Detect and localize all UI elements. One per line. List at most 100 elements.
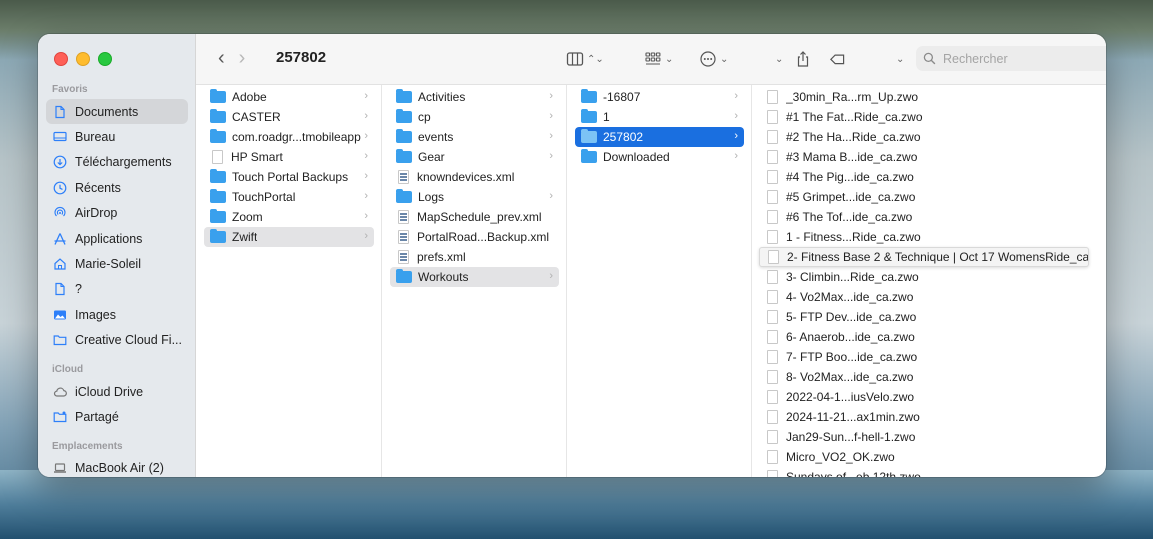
- chevron-right-icon: ›: [549, 190, 553, 202]
- item-name: events: [418, 130, 454, 144]
- share-button[interactable]: [794, 48, 812, 70]
- forward-button[interactable]: ›: [239, 47, 246, 69]
- download-icon: [52, 155, 68, 169]
- updown-chevron-icon: ⌃⌄: [587, 53, 604, 65]
- file-row[interactable]: prefs.xml: [390, 247, 559, 267]
- sidebar-item-label: iCloud Drive: [75, 384, 144, 399]
- file-row[interactable]: #1 The Fat...Ride_ca.zwo: [759, 107, 1099, 127]
- folder-row[interactable]: 1 ›: [575, 107, 744, 127]
- sidebar-item[interactable]: Images: [46, 302, 188, 327]
- minimize-window-button[interactable]: [76, 52, 90, 66]
- toolbar: ‹ › 257802 ⌃⌄ ⌄ ⌄ ⌄ ⌄: [196, 34, 1106, 85]
- file-row[interactable]: Micro_VO2_OK.zwo: [759, 447, 1099, 467]
- sidebar-item[interactable]: Récents: [46, 175, 188, 200]
- file-row[interactable]: Sundays of...eb 12th.zwo: [759, 467, 1099, 477]
- file-row[interactable]: 5- FTP Dev...ide_ca.zwo: [759, 307, 1099, 327]
- folder-row[interactable]: Downloaded ›: [575, 147, 744, 167]
- chevron-right-icon: ›: [549, 90, 553, 102]
- folder-row[interactable]: Logs ›: [390, 187, 559, 207]
- folder-row[interactable]: Activities ›: [390, 87, 559, 107]
- close-window-button[interactable]: [54, 52, 68, 66]
- file-row[interactable]: 2024-11-21...ax1min.zwo: [759, 407, 1099, 427]
- folder-row[interactable]: events ›: [390, 127, 559, 147]
- file-row[interactable]: #5 Grimpet...ide_ca.zwo: [759, 187, 1099, 207]
- folder-icon: [52, 333, 68, 347]
- chevron-right-icon: ›: [734, 110, 738, 122]
- file-row[interactable]: 7- FTP Boo...ide_ca.zwo: [759, 347, 1099, 367]
- sidebar-item[interactable]: iCloud Drive: [46, 379, 188, 404]
- column-4: _30min_Ra...rm_Up.zwo #1 The Fat...Ride_c…: [752, 85, 1106, 477]
- file-icon: [767, 330, 778, 344]
- item-name: #3 Mama B...ide_ca.zwo: [786, 150, 918, 164]
- group-button[interactable]: ⌄: [644, 48, 673, 70]
- folder-row[interactable]: -16807 ›: [575, 87, 744, 107]
- search-field[interactable]: [916, 46, 1106, 71]
- sidebar-item[interactable]: ?: [46, 277, 188, 302]
- folder-row[interactable]: cp ›: [390, 107, 559, 127]
- sidebar-item[interactable]: Creative Cloud Fi...: [46, 328, 188, 353]
- sidebar-item[interactable]: Bureau: [46, 124, 188, 149]
- folder-row[interactable]: Touch Portal Backups ›: [204, 167, 374, 187]
- sidebar-item[interactable]: Documents: [46, 99, 188, 125]
- file-row[interactable]: MapSchedule_prev.xml: [390, 207, 559, 227]
- sidebar-item-label: Partagé: [75, 409, 119, 424]
- laptop-icon: [52, 461, 68, 475]
- file-icon: [768, 250, 779, 264]
- file-row[interactable]: #2 The Ha...Ride_ca.zwo: [759, 127, 1099, 147]
- folder-row[interactable]: Gear ›: [390, 147, 559, 167]
- folder-icon: [210, 229, 226, 243]
- folder-icon: [396, 189, 412, 203]
- sidebar-section-title: iCloud: [52, 363, 84, 375]
- file-row[interactable]: #4 The Pig...ide_ca.zwo: [759, 167, 1099, 187]
- sidebar-item[interactable]: Téléchargements: [46, 150, 188, 175]
- window-title: 257802: [276, 49, 327, 66]
- file-row[interactable]: #6 The Tof...ide_ca.zwo: [759, 207, 1099, 227]
- tag-button[interactable]: [830, 48, 848, 70]
- back-button[interactable]: ‹: [218, 47, 225, 69]
- file-row[interactable]: #3 Mama B...ide_ca.zwo: [759, 147, 1099, 167]
- file-icon: [767, 270, 778, 284]
- file-row[interactable]: 8- Vo2Max...ide_ca.zwo: [759, 367, 1099, 387]
- file-row[interactable]: 6- Anaerob...ide_ca.zwo: [759, 327, 1099, 347]
- folder-row[interactable]: Zwift ›: [204, 227, 374, 247]
- folder-row[interactable]: Zoom ›: [204, 207, 374, 227]
- file-row[interactable]: HP Smart ›: [204, 147, 374, 167]
- item-name: Workouts: [418, 270, 469, 284]
- more-toolbar-button[interactable]: ⌄: [772, 48, 783, 70]
- window-controls: [54, 52, 112, 66]
- folder-row[interactable]: CASTER ›: [204, 107, 374, 127]
- sidebar-item[interactable]: Partagé: [46, 404, 188, 429]
- folder-row[interactable]: Workouts ›: [390, 267, 559, 287]
- file-row[interactable]: 1 - Fitness...Ride_ca.zwo: [759, 227, 1099, 247]
- item-name: #6 The Tof...ide_ca.zwo: [786, 210, 913, 224]
- folder-icon: [210, 109, 226, 123]
- xml-file-icon: [398, 250, 409, 264]
- sidebar-item[interactable]: MacBook Air (2): [46, 456, 188, 477]
- file-row[interactable]: 2- Fitness Base 2 & Technique | Oct 17 W…: [759, 247, 1089, 267]
- sidebar-item-label: Applications: [75, 231, 143, 246]
- search-input[interactable]: [941, 50, 1106, 67]
- folder-row[interactable]: Adobe ›: [204, 87, 374, 107]
- sidebar-item[interactable]: Marie-Soleil: [46, 251, 188, 276]
- file-row[interactable]: knowndevices.xml: [390, 167, 559, 187]
- file-row[interactable]: PortalRoad...Backup.xml: [390, 227, 559, 247]
- sidebar-item-label: Creative Cloud Fi...: [75, 333, 182, 348]
- file-row[interactable]: 4- Vo2Max...ide_ca.zwo: [759, 287, 1099, 307]
- file-row[interactable]: 3- Climbin...Ride_ca.zwo: [759, 267, 1099, 287]
- search-scope-button[interactable]: ⌄: [893, 48, 904, 70]
- zoom-window-button[interactable]: [98, 52, 112, 66]
- chevron-right-icon: ›: [549, 150, 553, 162]
- sidebar-item[interactable]: AirDrop: [46, 201, 188, 226]
- file-row[interactable]: 2022-04-1...iusVelo.zwo: [759, 387, 1099, 407]
- actions-button[interactable]: ⌄: [699, 48, 728, 70]
- item-name: 2024-11-21...ax1min.zwo: [786, 410, 920, 424]
- sidebar-item[interactable]: Applications: [46, 226, 188, 251]
- view-mode-button[interactable]: ⌃⌄: [566, 48, 604, 70]
- folder-row[interactable]: 257802 ›: [575, 127, 744, 147]
- file-icon: [767, 310, 778, 324]
- file-row[interactable]: Jan29-Sun...f-hell-1.zwo: [759, 427, 1099, 447]
- file-row[interactable]: _30min_Ra...rm_Up.zwo: [759, 87, 1099, 107]
- folder-row[interactable]: com.roadgr...tmobileapp ›: [204, 127, 374, 147]
- folder-row[interactable]: TouchPortal ›: [204, 187, 374, 207]
